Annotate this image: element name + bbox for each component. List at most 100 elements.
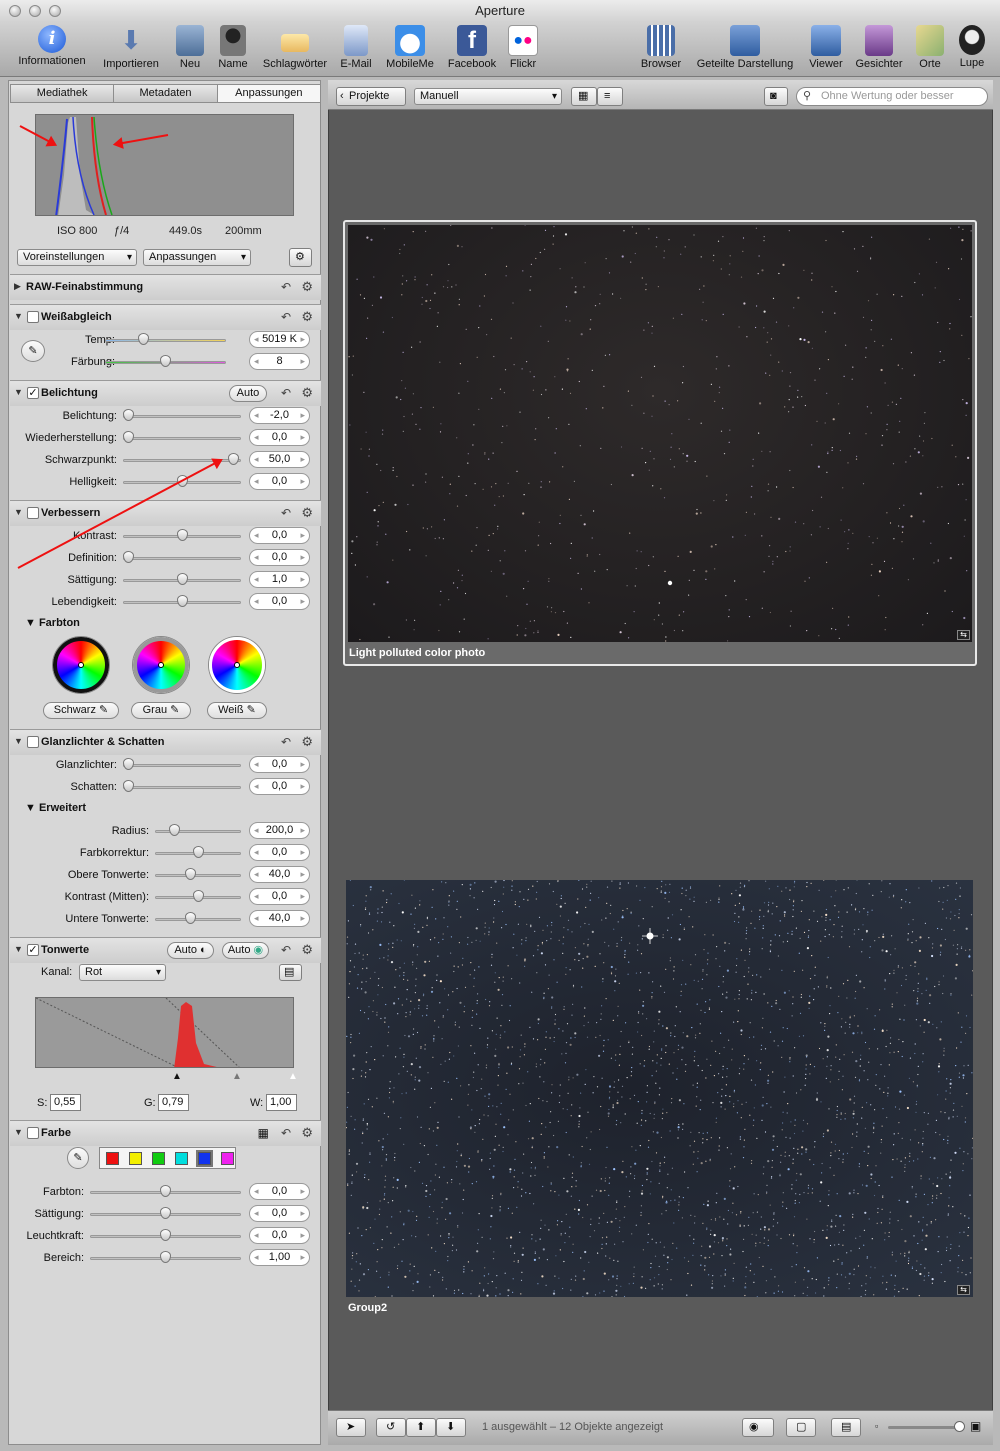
tint-subsection-title[interactable]: ▼ Farbton [25, 617, 80, 629]
disclosure-triangle-icon[interactable]: ▼ [14, 387, 23, 397]
levels-expand-button[interactable]: ▤ [279, 964, 302, 981]
slider-value-field[interactable]: -2,0 [249, 407, 310, 424]
slider-value-field[interactable]: 0,0 [249, 756, 310, 773]
slider-value-field[interactable]: 0,0 [249, 888, 310, 905]
toolbar-keywords-button[interactable]: Schlagwörter [259, 25, 331, 70]
slider-thumb[interactable] [160, 1207, 171, 1219]
slider-track[interactable] [123, 557, 241, 560]
toolbar-import-button[interactable]: ⬇ Importieren [99, 25, 163, 70]
slider-value-field[interactable]: 1,00 [249, 1249, 310, 1266]
thumbnail-size-slider[interactable] [888, 1426, 960, 1429]
wb-tint-slider-thumb[interactable] [160, 355, 171, 367]
toolbar-info-button[interactable]: i Informationen [14, 25, 90, 67]
toolbar-email-button[interactable]: E-Mail [337, 25, 375, 70]
slider-value-field[interactable]: 0,0 [249, 527, 310, 544]
gray-eyedropper-button[interactable]: Grau ✎ [131, 702, 191, 719]
enhance-checkbox[interactable] [27, 507, 39, 519]
gray-level-handle[interactable]: ▲ [232, 1071, 242, 1082]
filmstrip-view-button[interactable]: ▤ [831, 1418, 861, 1437]
section-white-balance[interactable]: ▼ Weißabgleich ↶ ⚙ [10, 304, 321, 330]
slider-thumb[interactable] [168, 824, 180, 836]
disclosure-triangle-icon[interactable]: ▼ [14, 507, 23, 517]
projects-button[interactable]: ‹ Projekte [336, 87, 406, 106]
color-swatch[interactable] [129, 1152, 142, 1165]
channel-popup[interactable]: Rot [79, 964, 166, 981]
search-field[interactable]: ⚲ Ohne Wertung oder besser [796, 87, 988, 106]
white-level-field[interactable]: 1,00 [266, 1094, 297, 1111]
slider-value-field[interactable]: 0,0 [249, 473, 310, 490]
white-eyedropper-button[interactable]: Weiß ✎ [207, 702, 267, 719]
select-tool-button[interactable]: ➤ [336, 1418, 366, 1437]
levels-checkbox[interactable]: ✓ [27, 944, 39, 956]
slider-value-field[interactable]: 50,0 [249, 451, 310, 468]
highlights-checkbox[interactable] [27, 736, 39, 748]
slider-thumb[interactable] [160, 1185, 171, 1197]
slider-thumb[interactable] [176, 529, 188, 541]
list-view-button[interactable]: ≡ [597, 87, 623, 106]
photo-tile-selected[interactable]: ⇆ Light polluted color photo [343, 220, 977, 666]
slider-track[interactable] [155, 874, 241, 877]
stamp-tool-button[interactable]: ⬇ [436, 1418, 466, 1437]
toolbar-facebook-button[interactable]: f Facebook [445, 25, 499, 70]
color-swatch[interactable] [196, 1150, 213, 1167]
slider-track[interactable] [155, 830, 241, 833]
adjustments-popup[interactable]: Anpassungen [143, 249, 251, 266]
exposure-checkbox[interactable]: ✓ [27, 387, 39, 399]
color-swatch[interactable] [175, 1152, 188, 1165]
toolbar-mobileme-button[interactable]: MobileMe [383, 25, 437, 70]
white-color-wheel[interactable] [209, 637, 265, 693]
thumbnail-size-thumb[interactable] [954, 1421, 965, 1432]
slider-thumb[interactable] [185, 912, 196, 924]
slider-thumb[interactable] [185, 868, 196, 880]
white-balance-checkbox[interactable] [27, 311, 39, 323]
single-view-button[interactable]: ▢ [786, 1418, 816, 1437]
slider-track[interactable] [155, 918, 241, 921]
tab-library[interactable]: Mediathek [11, 85, 115, 102]
exposure-auto-button[interactable]: Auto [229, 385, 267, 402]
slider-value-field[interactable]: 0,0 [249, 1205, 310, 1222]
slider-value-field[interactable]: 0,0 [249, 1227, 310, 1244]
color-swatch[interactable] [221, 1152, 234, 1165]
tab-metadata[interactable]: Metadaten [114, 85, 218, 102]
slider-value-field[interactable]: 0,0 [249, 844, 310, 861]
slider-value-field[interactable]: 0,0 [249, 1183, 310, 1200]
slider-thumb[interactable] [123, 431, 134, 443]
reset-arrow-icon[interactable]: ↶ [281, 735, 291, 749]
section-raw-fine-tuning[interactable]: ▶ RAW-Feinabstimmung ↶ ⚙ [10, 274, 321, 300]
toolbar-loupe-button[interactable]: Lupe [955, 25, 989, 69]
slider-track[interactable] [123, 764, 241, 767]
toolbar-flickr-button[interactable]: ●● Flickr [505, 25, 541, 70]
toolbar-places-button[interactable]: Orte [913, 25, 947, 70]
wb-temp-slider-track[interactable] [105, 339, 226, 342]
color-swatch[interactable] [106, 1152, 119, 1165]
toolbar-browser-button[interactable]: Browser [638, 25, 684, 70]
disclosure-triangle-icon[interactable]: ▼ [14, 944, 23, 954]
reset-arrow-icon[interactable]: ↶ [281, 506, 291, 520]
slider-value-field[interactable]: 200,0 [249, 822, 310, 839]
levels-auto-luminance-button[interactable]: Auto ◐ [167, 942, 214, 959]
slider-thumb[interactable] [123, 780, 134, 792]
black-level-handle[interactable]: ▲ [172, 1071, 182, 1082]
table-view-icon[interactable]: ▦ [258, 1126, 269, 1140]
wb-temp-field[interactable]: 5019 K [249, 331, 310, 348]
toolbar-viewer-button[interactable]: Viewer [806, 25, 846, 70]
rotate-tool-button[interactable]: ↺ [376, 1418, 406, 1437]
wb-temp-slider-thumb[interactable] [138, 333, 149, 345]
reset-arrow-icon[interactable]: ↶ [281, 280, 291, 294]
gamma-level-field[interactable]: 0,79 [158, 1094, 189, 1111]
photo-1-image[interactable] [348, 225, 972, 642]
presets-popup[interactable]: Voreinstellungen [17, 249, 137, 266]
slider-value-field[interactable]: 1,0 [249, 571, 310, 588]
slider-value-field[interactable]: 40,0 [249, 866, 310, 883]
toolbar-faces-button[interactable]: Gesichter [853, 25, 905, 70]
disclosure-triangle-icon[interactable]: ▼ [14, 1127, 23, 1137]
disclosure-triangle-icon[interactable]: ▼ [14, 311, 23, 321]
slider-value-field[interactable]: 0,0 [249, 778, 310, 795]
slider-value-field[interactable]: 0,0 [249, 593, 310, 610]
slider-track[interactable] [123, 437, 241, 440]
slider-thumb[interactable] [192, 890, 204, 902]
slider-track[interactable] [123, 415, 241, 418]
color-eyedropper-button[interactable]: ✎ [67, 1147, 89, 1169]
slider-thumb[interactable] [160, 1251, 171, 1263]
gear-icon[interactable]: ⚙ [301, 279, 313, 295]
